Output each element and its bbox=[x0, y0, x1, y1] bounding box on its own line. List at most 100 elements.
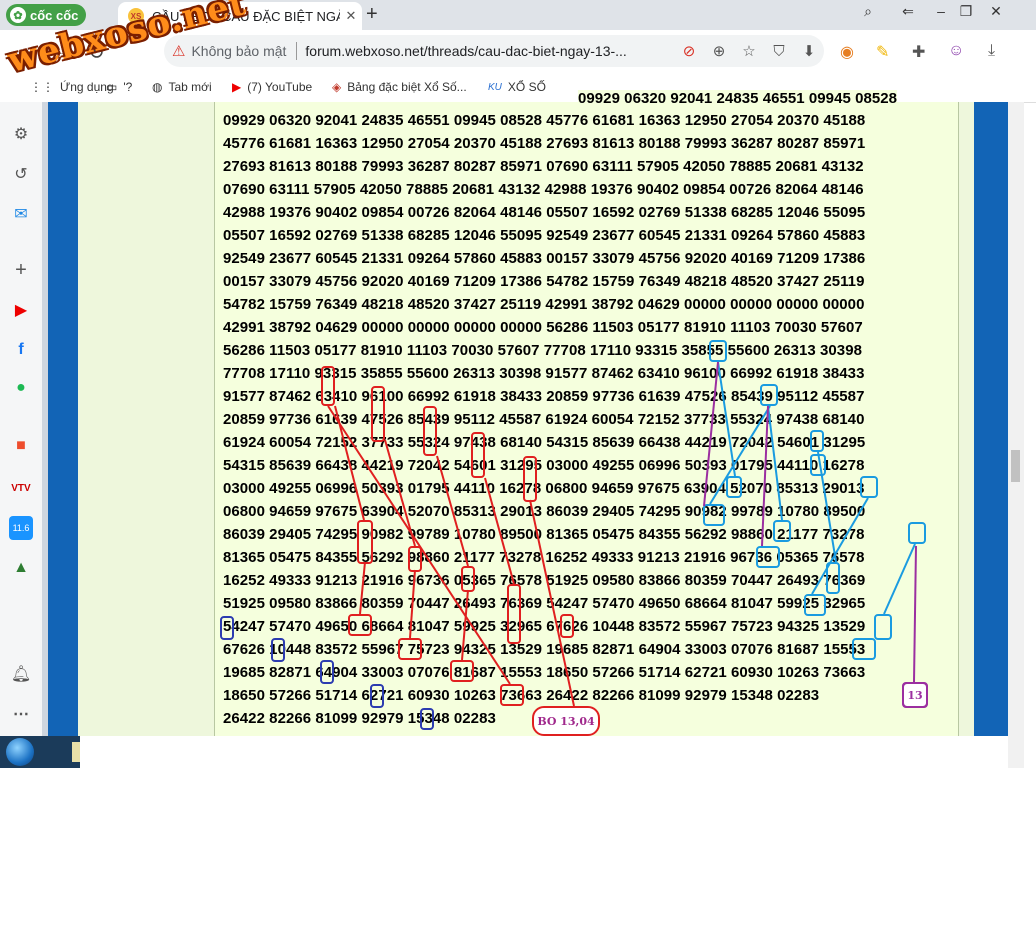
scrollbar-thumb[interactable] bbox=[1011, 450, 1020, 482]
shopee-icon[interactable]: ■ bbox=[9, 434, 33, 458]
history-icon[interactable]: ↺ bbox=[9, 162, 33, 186]
highlight-box bbox=[271, 638, 285, 662]
board-row: 27693 81613 80188 79993 36287 80287 8597… bbox=[223, 158, 864, 175]
url-text[interactable]: forum.webxoso.net/threads/cau-dac-biet-n… bbox=[305, 43, 674, 59]
post-right-gutter bbox=[958, 102, 975, 736]
page-left-border bbox=[48, 102, 78, 736]
board-row: 03000 49255 06996 50393 01795 44110 1627… bbox=[223, 480, 865, 497]
address-divider bbox=[296, 42, 298, 60]
youtube-icon[interactable]: ▶ bbox=[9, 298, 33, 322]
highlight-box bbox=[760, 384, 778, 406]
coccoc-menu-button[interactable]: ✿ cốc cốc bbox=[6, 4, 87, 26]
back-history-icon[interactable]: ⇐ bbox=[897, 2, 919, 20]
windows-taskbar bbox=[0, 736, 80, 768]
apps-icon: ⋮⋮ bbox=[30, 80, 54, 94]
bookmark-xoso[interactable]: KU XỔ SỐ bbox=[488, 80, 546, 94]
coccoc-extension-icon[interactable]: ◉ bbox=[840, 42, 854, 62]
bookmark-label: Bảng đặc biệt Xổ Số... bbox=[347, 80, 467, 94]
highlight-box bbox=[320, 660, 334, 684]
page-right-border bbox=[974, 102, 1008, 736]
board-row: 86039 29405 74295 90982 99789 10780 8950… bbox=[223, 526, 865, 543]
education-icon[interactable]: ▲ bbox=[9, 556, 33, 580]
highlight-box bbox=[523, 456, 537, 502]
bookmark-label: '? bbox=[123, 80, 133, 94]
highlight-box bbox=[709, 340, 727, 362]
highlight-box bbox=[321, 366, 335, 406]
board-row: 61924 60054 72152 37733 55324 97438 6814… bbox=[223, 434, 866, 451]
highlight-box bbox=[398, 638, 422, 660]
board-top-row: 09929 06320 92041 24835 46551 09945 0852… bbox=[578, 90, 898, 107]
maximize-button[interactable]: ❐ bbox=[955, 2, 977, 20]
download-video-icon[interactable]: ⬇ bbox=[794, 42, 824, 60]
board-row: 06800 94659 97675 63904 52070 85313 2901… bbox=[223, 503, 866, 520]
board-row: 45776 61681 16363 12950 27054 20370 4518… bbox=[223, 135, 866, 152]
minimize-button[interactable]: – bbox=[930, 2, 952, 20]
highlight-box bbox=[471, 432, 485, 478]
lottery-icon: ◈ bbox=[332, 80, 342, 94]
board-row: 92549 23677 60545 21331 09264 57860 4588… bbox=[223, 250, 866, 267]
bookmark-apps[interactable]: ⋮⋮ Ứng dụng bbox=[30, 80, 114, 94]
board-row: 05507 16592 02769 51338 68285 12046 5509… bbox=[223, 227, 866, 244]
bookmark-star-icon[interactable]: ☆ bbox=[734, 42, 764, 60]
globe-icon: ◍ bbox=[152, 80, 163, 94]
bookmark-youtube[interactable]: ▶ (7) YouTube bbox=[232, 80, 312, 94]
insecure-label: Không bảo mật bbox=[191, 43, 287, 59]
highlight-box bbox=[220, 616, 234, 640]
highlight-box bbox=[874, 614, 892, 640]
highlight-box bbox=[560, 614, 574, 638]
tiki-icon[interactable]: 11.6 bbox=[9, 516, 33, 540]
start-button[interactable] bbox=[6, 738, 34, 766]
folder-icon: ▭ bbox=[106, 80, 118, 94]
bookmark-label: XỔ SỐ bbox=[507, 80, 546, 94]
messenger-icon[interactable]: ✉ bbox=[9, 202, 33, 226]
highlight-box bbox=[826, 562, 840, 594]
highlight-box bbox=[810, 454, 826, 476]
new-tab-button[interactable]: + bbox=[366, 3, 378, 26]
board-row: 26422 82266 81099 92979 15348 02283 bbox=[223, 710, 496, 727]
highlight-box bbox=[908, 522, 926, 544]
post-left-gutter bbox=[78, 102, 214, 736]
settings-icon[interactable]: ⚙ bbox=[9, 122, 33, 146]
highlight-box bbox=[726, 476, 742, 498]
coccoc-sidebar: ⚙ ↺ ✉ + ▶ f ● ■ VTV 11.6 ▲ 🔔︎ ⋯ bbox=[0, 102, 42, 736]
board-row: 51925 09580 83866 80359 70447 26493 7636… bbox=[223, 595, 866, 612]
extensions-puzzle-icon[interactable]: ✚ bbox=[912, 42, 925, 62]
downloads-icon[interactable]: ⤓ bbox=[988, 42, 995, 60]
tab-close-icon[interactable]: ✕ bbox=[340, 8, 362, 24]
tab-search-icon[interactable]: ⌕ bbox=[857, 2, 879, 20]
bookmark-label: Tab mới bbox=[168, 80, 212, 94]
pencil-icon[interactable]: ✎ bbox=[876, 42, 889, 62]
board-row: 67626 10448 83572 55967 75723 94325 1352… bbox=[223, 641, 866, 658]
bo-label: BO 13,04 bbox=[532, 706, 600, 736]
spotify-icon[interactable]: ● bbox=[9, 376, 33, 400]
highlight-box bbox=[371, 386, 385, 442]
facebook-icon[interactable]: f bbox=[9, 338, 33, 362]
board-row: 09929 06320 92041 24835 46551 09945 0852… bbox=[223, 112, 866, 129]
highlight-box bbox=[507, 584, 521, 644]
zoom-icon[interactable]: ⊕ bbox=[704, 42, 734, 60]
close-window-button[interactable]: ✕ bbox=[985, 2, 1007, 20]
bookmark-new-tab[interactable]: ◍ Tab mới bbox=[152, 80, 212, 94]
highlight-box bbox=[773, 520, 791, 542]
more-icon[interactable]: ⋯ bbox=[9, 702, 33, 726]
notification-icon[interactable]: 🔔︎ bbox=[9, 662, 33, 686]
highlight-box bbox=[450, 660, 474, 682]
vertical-scrollbar[interactable] bbox=[1008, 102, 1024, 736]
shield-icon[interactable]: ⛉ bbox=[764, 43, 794, 60]
warning-icon: ⚠ bbox=[172, 43, 186, 60]
highlight-box bbox=[756, 546, 780, 568]
address-bar[interactable]: ⚠ Không bảo mật forum.webxoso.net/thread… bbox=[164, 35, 824, 67]
board-row: 56286 11503 05177 81910 11103 70030 5760… bbox=[223, 342, 862, 359]
board-row: 54247 57470 49650 68664 81047 59925 3296… bbox=[223, 618, 866, 635]
add-icon[interactable]: + bbox=[9, 258, 33, 282]
highlight-box bbox=[420, 708, 434, 730]
youtube-icon: ▶ bbox=[232, 80, 242, 94]
board-row: 16252 49333 91213 21916 96736 05365 7657… bbox=[223, 572, 866, 589]
vtv-go-icon[interactable]: VTV bbox=[9, 476, 33, 500]
bottom-scrollbar-segment[interactable] bbox=[1008, 736, 1024, 768]
taskbar-app[interactable] bbox=[72, 742, 80, 762]
profile-avatar[interactable]: ☺ bbox=[948, 42, 964, 60]
blocked-popup-icon[interactable]: ⊘ bbox=[674, 42, 704, 60]
bookmark-folder[interactable]: ▭ '? bbox=[106, 80, 132, 94]
bookmark-lottery-table[interactable]: ◈ Bảng đặc biệt Xổ Số... bbox=[332, 80, 467, 94]
